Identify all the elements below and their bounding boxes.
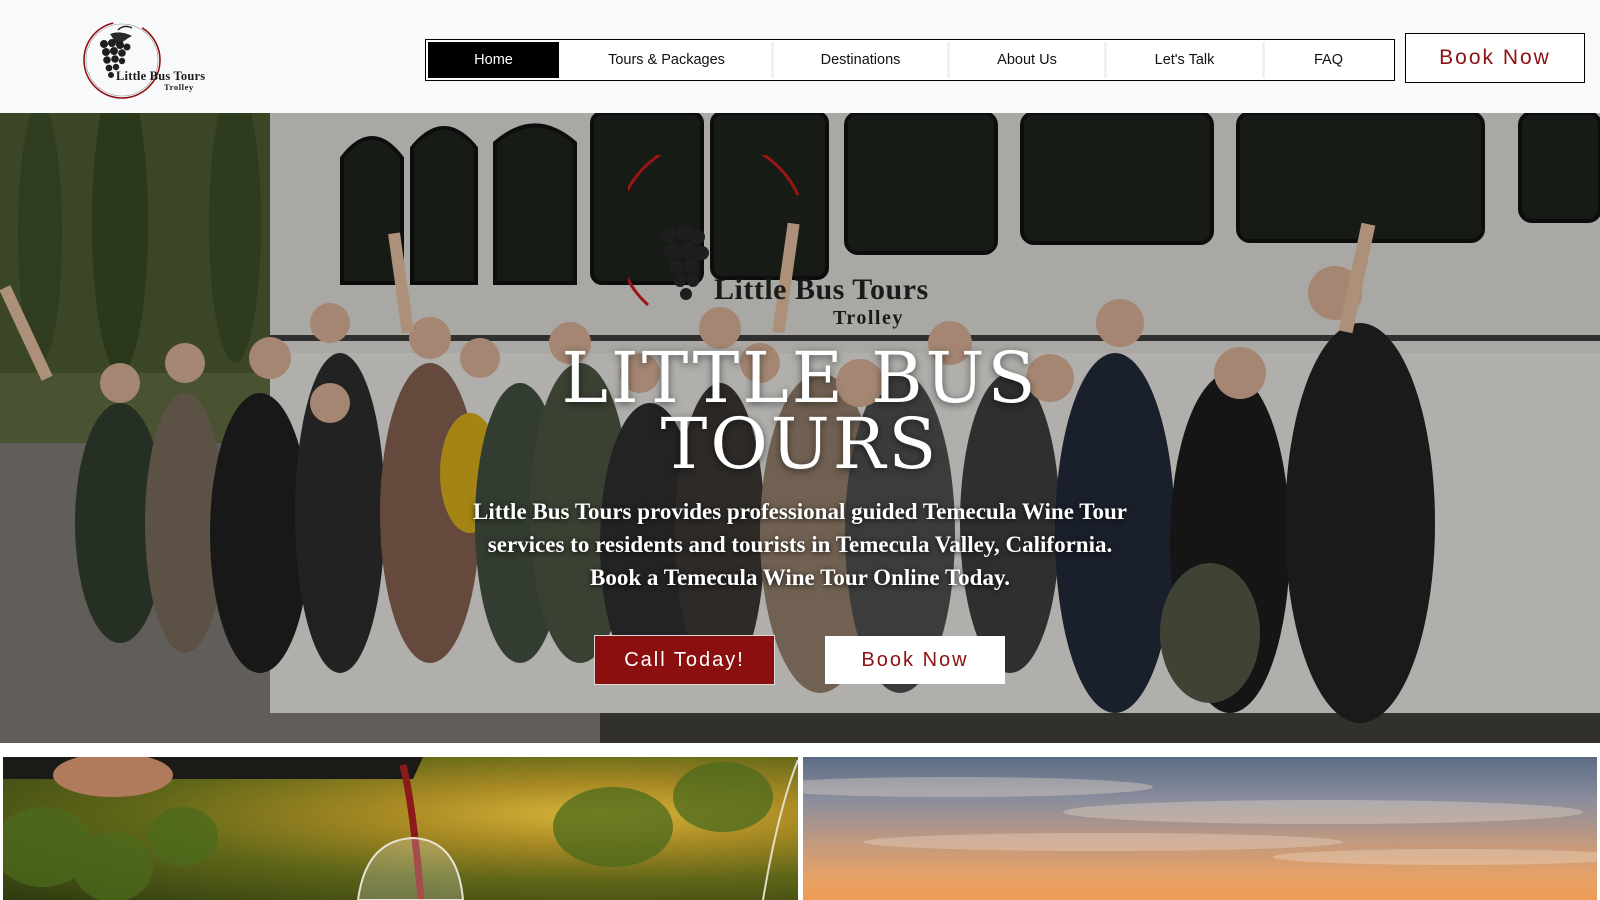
site-logo[interactable]: Little Bus Tours Trolley — [80, 18, 230, 102]
call-today-button[interactable]: Call Today! — [594, 635, 775, 685]
nav-item-destinations[interactable]: Destinations — [774, 42, 950, 78]
hero-subtitle: Little Bus Tours provides professional g… — [440, 495, 1160, 594]
wine-pour-photo — [3, 757, 798, 900]
nav-item-home[interactable]: Home — [428, 42, 562, 78]
site-header: Little Bus Tours Trolley Home Tours & Pa… — [0, 0, 1600, 113]
hero-subtitle-line: services to residents and tourists in Te… — [487, 532, 1113, 557]
nav-item-faq[interactable]: FAQ — [1265, 42, 1392, 78]
hero-title-line1: LITTLE BUS — [561, 337, 1039, 419]
logo-text-secondary: Trolley — [164, 82, 194, 92]
nav-item-tours-packages[interactable]: Tours & Packages — [562, 42, 774, 78]
hero-title: LITTLE BUS TOURS — [400, 337, 1200, 485]
hero-book-now-button[interactable]: Book Now — [825, 636, 1005, 684]
hero-title-line2: TOURS — [660, 403, 940, 485]
hero-logo-watermark: Little Bus Tours Trolley — [615, 137, 988, 365]
wine-pour-image — [3, 757, 798, 900]
main-navigation: Home Tours & Packages Destinations About… — [425, 39, 1395, 81]
grape-cluster-icon — [83, 21, 161, 99]
hero-subtitle-line: Little Bus Tours provides professional g… — [473, 499, 1127, 524]
hero-watermark-text-primary: Little Bus Tours — [714, 273, 929, 306]
grape-cluster-icon — [615, 137, 800, 307]
hero-section: Little Bus Tours Trolley LITTLE BUS TOUR… — [0, 113, 1600, 743]
nav-item-about-us[interactable]: About Us — [950, 42, 1107, 78]
sunset-landscape-image — [803, 757, 1597, 900]
hero-watermark-text-secondary: Trolley — [833, 307, 904, 329]
sunset-sky-photo — [803, 777, 1597, 865]
hero-subtitle-line: Book a Temecula Wine Tour Online Today. — [590, 565, 1010, 590]
nav-item-lets-talk[interactable]: Let's Talk — [1107, 42, 1265, 78]
header-book-now-button[interactable]: Book Now — [1405, 33, 1585, 83]
